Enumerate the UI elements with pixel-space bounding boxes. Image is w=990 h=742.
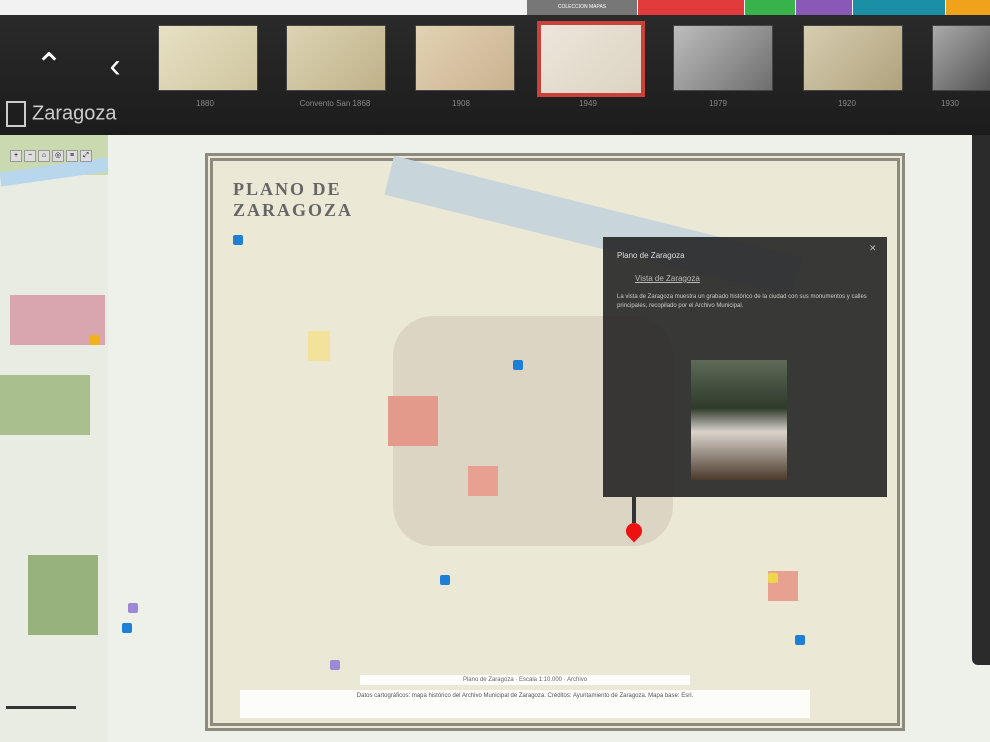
basemap-left [0, 135, 109, 742]
tab-green[interactable] [745, 0, 795, 15]
poi-marker[interactable] [122, 623, 132, 633]
app-title: Zaragoza [6, 101, 117, 127]
category-tabs: COLECCION MAPAS [0, 0, 990, 15]
map-toolbar: + − ⌂ ◎ ≡ ⤢ [10, 150, 190, 162]
thumbnail-label: 1908 [452, 99, 470, 108]
thumbnail-label: 1930 [941, 99, 959, 108]
poi-marker[interactable] [233, 235, 243, 245]
header-bar: ⌃ ‹ 1880 Convento San 1868 1908 1949 197… [0, 15, 990, 135]
popup-body: La vista de Zaragoza muestra un grabado … [617, 294, 867, 309]
tab-red[interactable] [638, 0, 744, 15]
poi-marker[interactable] [330, 660, 340, 670]
info-popup: ✕ Plano de Zaragoza Vista de Zaragoza La… [603, 237, 887, 497]
close-icon[interactable]: ✕ [869, 243, 879, 253]
tab-teal[interactable] [853, 0, 945, 15]
popup-tail [632, 497, 636, 523]
poi-marker[interactable] [440, 575, 450, 585]
scale-bar [6, 700, 106, 714]
thumbnail-label: 1949 [579, 99, 597, 108]
historic-map-title: PLANO DE ZARAGOZA [233, 179, 354, 220]
thumbnail-1930[interactable] [932, 25, 990, 91]
thumbnail-1908[interactable] [415, 25, 515, 91]
thumbnail-1880[interactable] [158, 25, 258, 91]
map-scale-note: Plano de Zaragoza · Escala 1:10.000 · Ar… [360, 675, 690, 685]
poi-marker[interactable] [768, 573, 778, 583]
thumbnail-1868[interactable] [286, 25, 386, 91]
app-title-text: Zaragoza [32, 102, 117, 125]
popup-link[interactable]: Vista de Zaragoza [635, 274, 873, 283]
poi-marker[interactable] [128, 603, 138, 613]
poi-marker[interactable] [513, 360, 523, 370]
side-panel-handle[interactable] [972, 135, 990, 665]
tab-purple[interactable] [796, 0, 852, 15]
poi-marker[interactable] [795, 635, 805, 645]
layers-button[interactable]: ≡ [66, 150, 78, 162]
thumbnail-label: 1880 [196, 99, 214, 108]
thumbnail-label: 1920 [838, 99, 856, 108]
fullscreen-button[interactable]: ⤢ [80, 150, 92, 162]
zoom-in-button[interactable]: + [10, 150, 22, 162]
thumbnail-label: 1979 [709, 99, 727, 108]
home-button[interactable]: ⌂ [38, 150, 50, 162]
popup-title: Plano de Zaragoza [617, 251, 685, 260]
thumbnail-1979[interactable] [673, 25, 773, 91]
previous-button[interactable]: ‹ [92, 43, 138, 89]
thumbnail-1949[interactable] [537, 21, 645, 97]
thumbnail-label: Convento San 1868 [299, 99, 371, 108]
tab-coleccion[interactable]: COLECCION MAPAS [527, 0, 637, 15]
poi-marker[interactable] [90, 335, 100, 345]
popup-image[interactable] [691, 360, 787, 480]
thumbnail-1920[interactable] [803, 25, 903, 91]
collapse-up-button[interactable]: ⌃ [26, 43, 72, 89]
city-logo-icon [6, 101, 26, 127]
zoom-out-button[interactable]: − [24, 150, 36, 162]
tab-orange[interactable] [946, 0, 990, 15]
locate-button[interactable]: ◎ [52, 150, 64, 162]
map-credits: Datos cartográficos: mapa histórico del … [240, 690, 810, 718]
map-view[interactable]: + − ⌂ ◎ ≡ ⤢ PLANO DE ZARAGOZA Plano de Z… [0, 135, 990, 742]
